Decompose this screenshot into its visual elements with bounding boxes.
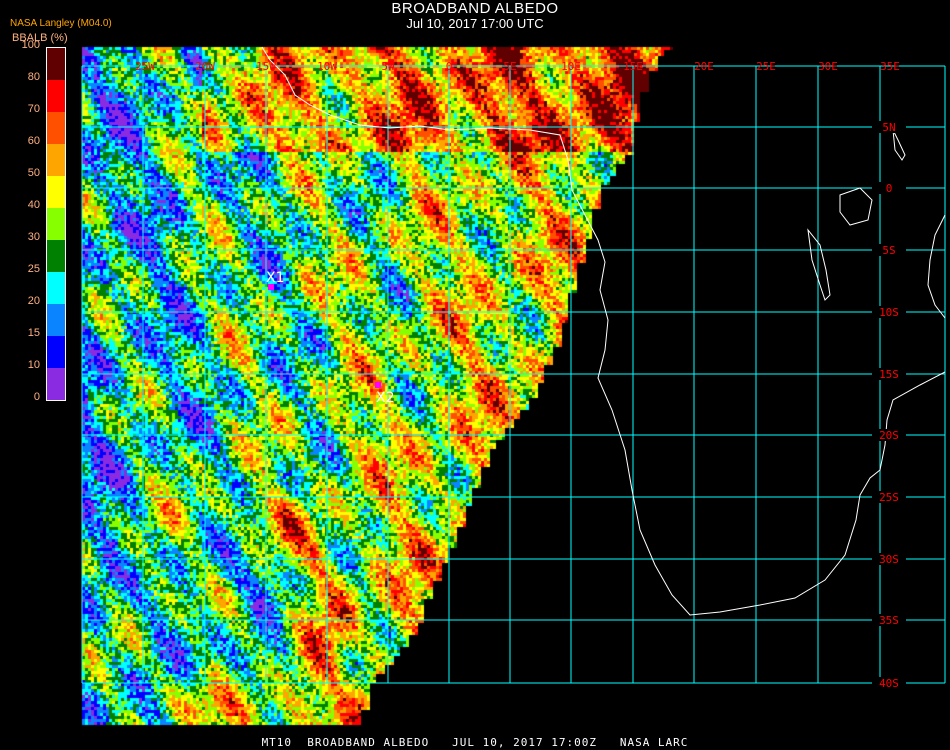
marker-label: X1	[266, 270, 285, 286]
latitude-label: 30S	[879, 553, 899, 566]
longitude-label: 25W	[135, 60, 155, 73]
map-overlay: 25W 20W 15W 10W 5W 0 5E 10E 15E 20E 25E 30E 35E 5N 0 5S…	[81, 46, 946, 690]
colorbar-swatch	[47, 368, 65, 400]
longitude-label: 20W	[195, 60, 215, 73]
latitude-label: 25S	[879, 491, 899, 504]
colorbar-swatch	[47, 208, 65, 240]
longitude-label: 10E	[561, 60, 581, 73]
lake-tanganyika	[807, 228, 831, 301]
colorbar-swatch	[47, 80, 65, 112]
longitude-label: 5W	[381, 60, 395, 73]
colorbar-swatch	[47, 304, 65, 336]
colorbar-tick: 50	[27, 167, 40, 179]
longitude-label: 25E	[756, 60, 776, 73]
longitude-label: 5E	[503, 60, 516, 73]
source-label: NASA Langley (M04.0)	[10, 18, 112, 29]
colorbar-tick: 25	[27, 263, 40, 275]
longitude-label: 0	[446, 60, 453, 73]
marker-point	[375, 382, 381, 388]
map-timestamp: Jul 10, 2017 17:00 UTC	[406, 16, 544, 31]
latitude-label: 20S	[879, 429, 899, 442]
longitude-label: 30E	[818, 60, 838, 73]
colorbar-tick: 0	[33, 391, 40, 403]
lake-victoria	[839, 187, 873, 226]
colorbar	[46, 47, 66, 401]
longitude-label: 15W	[256, 60, 276, 73]
colorbar-swatch	[47, 176, 65, 208]
colorbar-swatch	[47, 48, 65, 80]
colorbar-swatch	[47, 112, 65, 144]
colorbar-tick: 10	[27, 359, 40, 371]
colorbar-tick: 100	[21, 39, 40, 51]
latitude-label: 0	[886, 182, 893, 195]
colorbar-tick: 30	[27, 231, 40, 243]
coastline-east	[927, 214, 946, 319]
lake-turkana	[892, 129, 906, 161]
latitude-label: 40S	[879, 677, 899, 690]
colorbar-tick: 60	[27, 135, 40, 147]
colorbar-tick: 80	[27, 71, 40, 83]
longitude-label: 10W	[317, 60, 337, 73]
longitude-label: 20E	[694, 60, 714, 73]
colorbar-tick: 70	[27, 103, 40, 115]
map-title: BROADBAND ALBEDO	[391, 0, 559, 17]
colorbar-tick: 40	[27, 199, 40, 211]
marker-label: X2	[376, 390, 395, 406]
latitude-label: 10S	[879, 306, 899, 319]
colorbar-swatch	[47, 144, 65, 176]
latitude-label: 5N	[882, 121, 895, 134]
colorbar-tick: 15	[27, 327, 40, 339]
latitude-label: 5S	[882, 244, 895, 257]
colorbar-swatch	[47, 272, 65, 304]
longitude-label: 35E	[880, 60, 900, 73]
latitude-label: 35S	[879, 614, 899, 627]
footer-caption: MT10 BROADBAND ALBEDO JUL 10, 2017 17:00…	[261, 736, 689, 749]
colorbar-swatch	[47, 336, 65, 368]
latitude-label: 15S	[879, 368, 899, 381]
coastline	[261, 46, 946, 616]
colorbar-tick: 20	[27, 295, 40, 307]
colorbar-swatch	[47, 240, 65, 272]
longitude-label: 15E	[623, 60, 643, 73]
